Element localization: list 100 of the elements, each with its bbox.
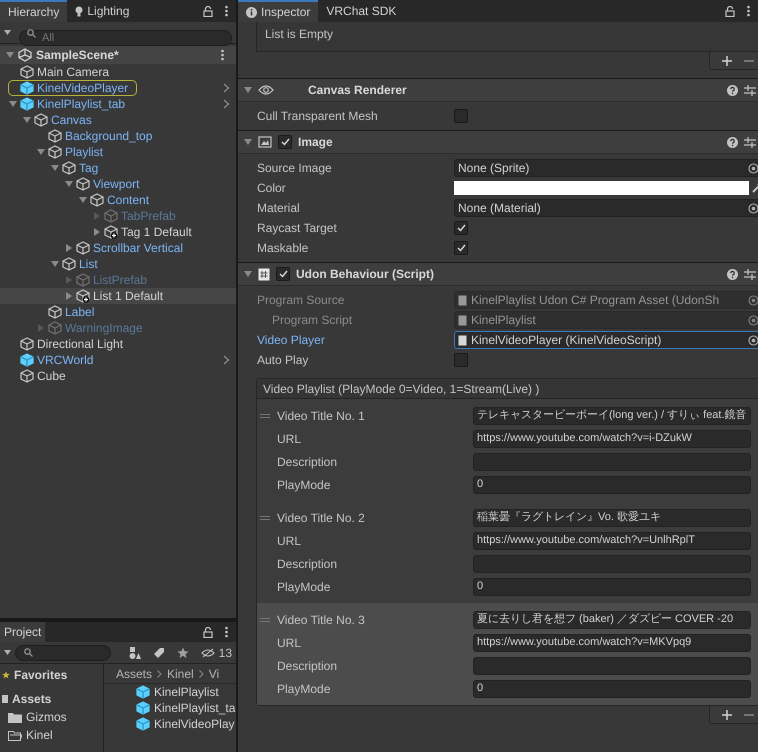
panel-tab[interactable]: Lighting: [67, 0, 138, 22]
text-field[interactable]: https://www.youtube.com/watch?v=MKVpq9: [473, 634, 751, 652]
expanded-arrow-icon[interactable]: [6, 51, 14, 59]
add-icon[interactable]: [722, 710, 732, 720]
tag-icon[interactable]: [152, 646, 165, 658]
favorites-label[interactable]: Favorites: [14, 666, 68, 684]
checkbox[interactable]: [454, 109, 468, 123]
component-header[interactable]: Image: [238, 130, 758, 154]
breadcrumb-item[interactable]: Vi: [208, 664, 220, 682]
playlist-entry[interactable]: Video Title No. 1 テレキャスタービーボーイ(long ver.) / すりぃ feat.鏡音 URL https://www.youtube.com/watch?v=i-DZukW Description PlayMode 0: [257, 399, 758, 501]
dropdown-caret-icon[interactable]: [4, 30, 11, 35]
component-header[interactable]: Canvas Renderer: [238, 78, 758, 102]
object-field[interactable]: KinelVideoPlayer (KinelVideoScript): [454, 331, 758, 349]
asset-item[interactable]: KinelVideoPlay: [154, 715, 235, 733]
object-field[interactable]: None (Material): [454, 199, 758, 217]
hierarchy-item[interactable]: KinelPlaylist_tab: [37, 95, 126, 113]
hierarchy-item[interactable]: Background_top: [65, 127, 152, 145]
text-field[interactable]: テレキャスタービーボーイ(long ver.) / すりぃ feat.鏡音: [473, 406, 751, 424]
lock-icon[interactable]: [203, 626, 213, 638]
drag-handle-icon[interactable]: [260, 414, 270, 418]
breadcrumb-item[interactable]: Kinel: [167, 664, 194, 682]
hierarchy-item[interactable]: Tag 1 Default: [121, 223, 192, 241]
expanded-arrow-icon[interactable]: [244, 138, 252, 146]
chevron-right-icon[interactable]: [223, 355, 230, 365]
lock-icon[interactable]: [725, 6, 735, 16]
object-field[interactable]: None (Sprite): [454, 159, 758, 177]
checkbox[interactable]: [454, 241, 468, 255]
hidden-eye-icon[interactable]: [200, 648, 215, 658]
text-field[interactable]: [473, 554, 751, 572]
hierarchy-item[interactable]: Content: [107, 191, 150, 209]
panel-tab[interactable]: VRChat SDK: [318, 0, 404, 22]
presets-icon[interactable]: [744, 136, 756, 148]
panel-tab[interactable]: Hierarchy: [0, 0, 68, 22]
shapes-filter-icon[interactable]: [128, 646, 141, 658]
help-icon[interactable]: [726, 136, 738, 148]
component-header[interactable]: Udon Behaviour (Script): [238, 262, 758, 286]
asset-item[interactable]: KinelPlaylist_ta: [154, 699, 236, 717]
text-field[interactable]: 稲葉曇『ラグトレイン』Vo. 歌愛ユキ: [473, 508, 751, 526]
help-icon[interactable]: [726, 268, 738, 280]
breadcrumb-item[interactable]: Assets: [116, 664, 152, 682]
star-icon[interactable]: [176, 646, 189, 658]
hierarchy-item[interactable]: Scrollbar Vertical: [93, 239, 184, 257]
lock-icon[interactable]: [203, 6, 213, 16]
text-field[interactable]: 夏に去りし君を想フ (baker) ／ダズビー COVER -20: [473, 610, 751, 628]
text-field[interactable]: [473, 452, 751, 470]
checkbox[interactable]: [454, 221, 468, 235]
cube-icon: [62, 161, 76, 175]
checkbox[interactable]: [278, 135, 292, 149]
folder-item[interactable]: Kinel: [26, 726, 53, 744]
expanded-arrow-icon[interactable]: [244, 86, 252, 94]
drag-handle-icon[interactable]: [260, 618, 270, 622]
hierarchy-item[interactable]: Viewport: [93, 175, 140, 193]
folder-item[interactable]: Gizmos: [26, 708, 67, 726]
text-field[interactable]: https://www.youtube.com/watch?v=UnlhRplT: [473, 532, 751, 550]
more-options-icon[interactable]: [225, 626, 228, 638]
help-icon[interactable]: [726, 84, 738, 96]
property-label: Video Title No. 1: [277, 408, 366, 424]
hierarchy-item[interactable]: List: [79, 255, 98, 273]
hierarchy-item[interactable]: Tag: [79, 159, 98, 177]
more-options-icon[interactable]: [221, 49, 224, 61]
drag-handle-icon[interactable]: [260, 516, 270, 520]
color-swatch[interactable]: [454, 181, 749, 195]
checkbox[interactable]: [454, 353, 468, 367]
more-options-icon[interactable]: [225, 5, 228, 17]
text-field[interactable]: 0: [473, 578, 751, 596]
presets-icon[interactable]: [744, 268, 756, 280]
object-picker-icon[interactable]: [748, 334, 758, 346]
hierarchy-item[interactable]: Main Camera: [37, 63, 110, 81]
search-icon: [24, 648, 33, 657]
object-picker-icon[interactable]: [748, 202, 758, 214]
hierarchy-item[interactable]: Cube: [37, 367, 66, 385]
text-field[interactable]: [473, 656, 751, 674]
expanded-arrow-icon[interactable]: [51, 260, 59, 268]
hierarchy-item[interactable]: KinelVideoPlayer: [37, 79, 128, 97]
text-field[interactable]: 0: [473, 476, 751, 494]
hierarchy-item[interactable]: Label: [65, 303, 94, 321]
list-header: Video Playlist (PlayMode 0=Video, 1=Stream(Live) ): [263, 380, 540, 398]
playlist-entry[interactable]: Video Title No. 2 稲葉曇『ラグトレイン』Vo. 歌愛ユキ URL https://www.youtube.com/watch?v=UnlhRplT Description PlayMode 0: [257, 501, 758, 603]
hierarchy-item[interactable]: Directional Light: [37, 335, 124, 353]
hierarchy-item[interactable]: VRCWorld: [37, 351, 94, 369]
dropdown-caret-icon[interactable]: [4, 650, 11, 655]
collapsed-arrow-icon[interactable]: [65, 244, 73, 252]
object-picker-icon[interactable]: [748, 162, 758, 174]
asset-item[interactable]: KinelPlaylist: [154, 683, 219, 701]
cube-icon: [104, 209, 118, 223]
hierarchy-item[interactable]: Playlist: [65, 143, 104, 161]
playlist-entry[interactable]: Video Title No. 3 夏に去りし君を想フ (baker) ／ダズビー COVER -20 URL https://www.youtube.com/watch?v=MKVpq9 Description PlayMode 0: [257, 603, 758, 705]
text-field[interactable]: 0: [473, 680, 751, 698]
hierarchy-item[interactable]: Canvas: [51, 111, 92, 129]
search-field[interactable]: [15, 644, 111, 660]
text-field[interactable]: https://www.youtube.com/watch?v=i-DZukW: [473, 430, 751, 448]
search-field[interactable]: All: [19, 30, 232, 46]
panel-tab[interactable]: Inspector: [238, 0, 318, 22]
assets-label[interactable]: Assets: [12, 690, 52, 708]
expanded-arrow-icon[interactable]: [244, 270, 252, 278]
checkbox[interactable]: [276, 267, 290, 281]
panel-tab[interactable]: Project: [0, 622, 46, 642]
presets-icon[interactable]: [744, 84, 756, 96]
add-icon[interactable]: [722, 56, 732, 66]
more-options-icon[interactable]: [747, 5, 750, 17]
